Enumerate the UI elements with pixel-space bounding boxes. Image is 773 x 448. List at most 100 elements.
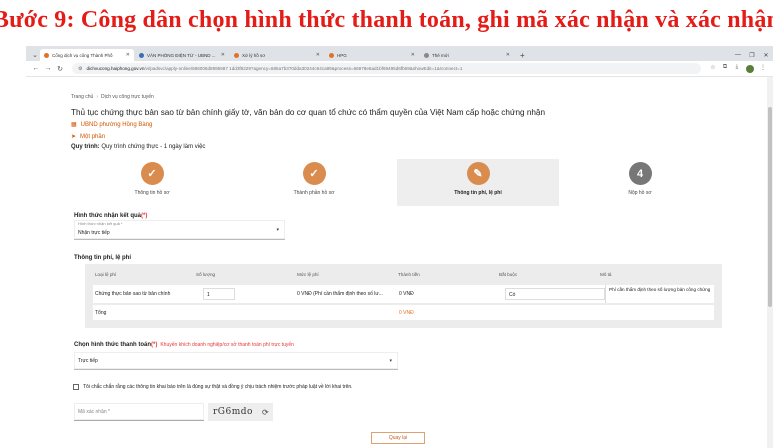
- confirm-declaration[interactable]: Tôi chắc chắn rằng các thông tin khai bá…: [73, 384, 353, 390]
- browser-menu-icon[interactable]: ⋮: [757, 64, 769, 74]
- service-level: Một phần: [80, 133, 106, 140]
- captcha-placeholder: Mã xác nhận *: [78, 409, 110, 415]
- download-icon[interactable]: ⤓: [731, 64, 743, 74]
- tab-label: Thẻ mới: [432, 52, 449, 58]
- process-line: Quy trình: Quy trình chứng thực - 1 ngày…: [71, 144, 205, 150]
- step-submit[interactable]: 4 Nộp hồ sơ: [559, 159, 721, 206]
- scrollbar-thumb[interactable]: [768, 107, 772, 307]
- tab-label: HPG: [337, 52, 347, 58]
- required-mark: (*): [141, 213, 148, 219]
- bookmark-star-icon[interactable]: ☆: [707, 64, 719, 74]
- process-label: Quy trình:: [71, 144, 100, 150]
- field-label: Hình thức nhận kết quả *: [78, 221, 123, 226]
- payment-hint: Khuyến khích doanh nghiệp/cơ sở thanh to…: [160, 342, 294, 348]
- favicon-icon: [44, 52, 49, 58]
- receive-method-heading: Hình thức nhận kết quả(*): [74, 213, 147, 219]
- receive-method-label: Hình thức nhận kết quả: [74, 213, 142, 219]
- field-value: Nhận trực tiếp: [78, 230, 110, 236]
- breadcrumb: Trang chủ › Dịch vụ công trực tuyến: [71, 94, 154, 100]
- building-icon: ▦: [71, 122, 77, 128]
- browser-tab-4[interactable]: HPG ✕: [325, 49, 419, 61]
- step-label: Thông tin hồ sơ: [134, 190, 170, 196]
- page-scrollbar[interactable]: [767, 77, 773, 448]
- column-header: Mô tả: [600, 272, 612, 277]
- quantity-input[interactable]: 1: [203, 288, 235, 300]
- breadcrumb-home[interactable]: Trang chủ: [71, 94, 93, 100]
- back-button[interactable]: Quay lại: [371, 432, 425, 444]
- profile-avatar[interactable]: [746, 64, 754, 73]
- breadcrumb-online-services[interactable]: Dịch vụ công trực tuyến: [101, 94, 154, 100]
- fee-section-heading: Thông tin phí, lệ phí: [74, 255, 131, 261]
- forward-icon[interactable]: →: [42, 65, 54, 72]
- minimize-icon[interactable]: —: [731, 52, 745, 58]
- total-value: 0 VNĐ: [399, 310, 414, 316]
- process-value: Quy trình chứng thực - 1 ngày làm việc: [101, 144, 206, 150]
- reload-icon[interactable]: ↻: [54, 65, 66, 73]
- refresh-captcha-icon[interactable]: ⟳: [262, 408, 269, 417]
- tab-label: Xử lý hồ sơ: [242, 52, 266, 58]
- back-icon[interactable]: ←: [30, 65, 42, 72]
- tab-label: Cổng dịch vụ công Thành Phố: [52, 52, 113, 58]
- payment-method-label: Chọn hình thức thanh toán: [74, 342, 151, 348]
- favicon-icon: [424, 52, 429, 58]
- browser-tab-2[interactable]: VĂN PHÒNG ĐIỆN TỬ - UBND ... ✕: [135, 49, 229, 61]
- payment-method-select[interactable]: Trực tiếp ▾: [74, 352, 398, 370]
- receive-method-select[interactable]: Hình thức nhận kết quả * Nhận trực tiếp …: [74, 220, 285, 240]
- fee-type: Chứng thực bản sao từ bản chính: [95, 291, 171, 297]
- favicon-icon: [139, 52, 144, 58]
- close-window-icon[interactable]: ✕: [759, 52, 773, 59]
- confirm-checkbox[interactable]: [73, 384, 79, 390]
- column-header: Thành tiền: [398, 272, 420, 277]
- agency-name: UBND phường Hồng Bàng: [80, 121, 153, 128]
- check-icon: ✓: [140, 162, 164, 185]
- fee-rate: 0 VNĐ (Phí cần thẩm định theo số lư...: [297, 291, 383, 297]
- total-label: Tổng: [95, 310, 107, 316]
- url-host: dichvucong.haiphong.gov.vn: [86, 66, 145, 71]
- close-tab-icon[interactable]: ✕: [411, 52, 415, 58]
- maximize-icon[interactable]: ❐: [745, 52, 759, 59]
- tab-list-icon[interactable]: ⌄: [30, 49, 40, 61]
- step-label: Nộp hồ sơ: [628, 190, 652, 196]
- window-controls: — ❐ ✕: [731, 49, 773, 61]
- browser-tab-3[interactable]: Xử lý hồ sơ ✕: [230, 49, 324, 61]
- close-tab-icon[interactable]: ✕: [126, 52, 130, 58]
- new-tab-button[interactable]: +: [515, 49, 530, 61]
- column-header: Mức lệ phí: [297, 272, 319, 277]
- service-level-line: ➤ Một phần: [71, 133, 106, 141]
- dropdown-caret-icon: ▾: [276, 226, 279, 233]
- fee-table: Loại lệ phí Số lượng Mức lệ phí Thành ti…: [85, 264, 722, 328]
- browser-tab-1[interactable]: Cổng dịch vụ công Thành Phố ✕: [40, 49, 134, 61]
- progress-stepper: ✓ Thông tin hồ sơ ✓ Thành phần hồ sơ ✎ T…: [71, 159, 721, 206]
- address-bar: ← → ↻ ⚙ dichvucong.haiphong.gov.vn /vi/p…: [26, 61, 773, 77]
- url-path: /vi/padsvc/apply-online/686006d8995587 1…: [144, 66, 463, 71]
- fee-amount: 0 VNĐ: [399, 291, 414, 297]
- payment-method-heading: Chọn hình thức thanh toán(*) Khuyến khích…: [74, 342, 294, 348]
- captcha-image-text: rG6mdo: [213, 407, 253, 417]
- url-field[interactable]: ⚙ dichvucong.haiphong.gov.vn /vi/padsvc/…: [72, 63, 701, 74]
- site-info-icon[interactable]: ⚙: [78, 66, 82, 72]
- level-icon: ➤: [71, 134, 77, 140]
- field-value: Trực tiếp: [78, 358, 98, 364]
- extensions-icon[interactable]: ⧉: [719, 64, 731, 74]
- close-tab-icon[interactable]: ✕: [221, 52, 225, 58]
- browser-tab-strip: ⌄ Cổng dịch vụ công Thành Phố ✕ VĂN PHÒN…: [26, 46, 773, 61]
- check-icon: ✓: [302, 162, 326, 185]
- column-header: Số lượng: [196, 272, 216, 277]
- step-label: Thông tin phí, lệ phí: [454, 190, 502, 196]
- close-tab-icon[interactable]: ✕: [506, 52, 510, 58]
- step-application-info[interactable]: ✓ Thông tin hồ sơ: [71, 159, 233, 206]
- fee-table-header: Loại lệ phí Số lượng Mức lệ phí Thành ti…: [85, 264, 722, 284]
- dropdown-caret-icon: ▾: [389, 357, 392, 364]
- captcha-input[interactable]: Mã xác nhận *: [74, 403, 204, 421]
- favicon-icon: [329, 52, 334, 58]
- confirm-text: Tôi chắc chắn rằng các thông tin khai bá…: [83, 384, 353, 390]
- captcha-box: rG6mdo ⟳: [208, 403, 273, 421]
- close-tab-icon[interactable]: ✕: [316, 52, 320, 58]
- step-fee-info[interactable]: ✎ Thông tin phí, lệ phí: [397, 159, 559, 206]
- step-label: Thành phần hồ sơ: [293, 190, 335, 196]
- total-row: Tổng 0 VNĐ: [93, 305, 714, 320]
- page-content: Trang chủ › Dịch vụ công trực tuyến Thủ tụ…: [26, 77, 773, 448]
- pencil-icon: ✎: [466, 162, 490, 185]
- browser-tab-5[interactable]: Thẻ mới ✕: [420, 49, 514, 61]
- step-application-components[interactable]: ✓ Thành phần hồ sơ: [233, 159, 395, 206]
